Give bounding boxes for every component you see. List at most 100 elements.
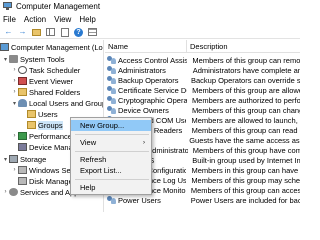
group-description: Members of this group may sched — [191, 175, 300, 185]
chevron-right-icon[interactable]: › — [11, 78, 18, 84]
disk-icon — [18, 177, 27, 185]
list-view-icon[interactable] — [87, 27, 98, 37]
group-description: Members of this group can remot — [192, 55, 300, 65]
menu-view[interactable]: View — [54, 15, 71, 24]
tree-item-shared-folders[interactable]: › Shared Folders — [11, 87, 81, 97]
group-description: Members in this group can have s — [191, 165, 300, 175]
group-description: Members of this group are allowe — [192, 85, 300, 95]
column-header-name[interactable]: Name — [105, 40, 187, 52]
group-name: Certificate Service DC... — [118, 85, 187, 95]
menu-item-label: Help — [80, 183, 96, 192]
group-description: Members of this group can access — [190, 185, 300, 195]
help-icon[interactable]: ? — [73, 27, 84, 37]
services-icon — [9, 188, 18, 196]
folder-icon — [27, 121, 36, 129]
group-name: Access Control Assist... — [118, 55, 188, 65]
chevron-down-icon[interactable]: ▾ — [2, 56, 9, 63]
event-viewer-icon — [18, 77, 27, 85]
menu-item-label: View — [80, 138, 97, 147]
group-icon — [107, 196, 116, 204]
folder-icon — [18, 88, 27, 96]
group-icon — [107, 66, 116, 74]
menu-separator — [75, 134, 149, 135]
group-icon — [107, 86, 116, 94]
tree-item-label: System Tools — [20, 54, 65, 64]
tree-item-task-scheduler[interactable]: › Task Scheduler — [11, 65, 81, 75]
group-icon — [107, 106, 116, 114]
chevron-right-icon[interactable]: › — [11, 89, 18, 95]
group-description: Members of this group can chang — [191, 105, 300, 115]
menu-action[interactable]: Action — [24, 15, 46, 24]
menu-item-label: New Group... — [80, 121, 125, 130]
tree-item-label: Local Users and Groups — [29, 98, 104, 108]
menu-item-view[interactable]: View › — [71, 137, 151, 148]
chevron-down-icon[interactable]: ▾ — [2, 156, 9, 163]
tree-item-users[interactable]: Users — [20, 109, 58, 119]
properties-icon[interactable] — [59, 27, 70, 37]
chevron-right-icon[interactable]: › — [11, 133, 18, 139]
list-item[interactable]: Power Users Power Users are included for… — [105, 195, 300, 205]
group-name: Backup Operators — [118, 75, 179, 85]
menu-item-new-group[interactable]: New Group... — [71, 120, 151, 131]
chevron-down-icon[interactable]: ▾ — [11, 100, 18, 107]
menu-item-export-list[interactable]: Export List... — [71, 165, 151, 176]
menu-help[interactable]: Help — [79, 15, 95, 24]
tree-item-local-users-and-groups[interactable]: ▾ Local Users and Groups — [11, 98, 104, 108]
show-hide-tree-icon[interactable] — [45, 27, 56, 37]
title-bar: Computer Management — [0, 0, 300, 13]
chevron-right-icon[interactable]: › — [2, 189, 9, 195]
group-name: Device Owners — [118, 105, 169, 115]
clock-icon — [18, 66, 27, 74]
group-description: Guests have the same access as m — [189, 135, 300, 145]
window-title: Computer Management — [16, 2, 101, 11]
group-name: Administrators — [118, 65, 166, 75]
tree-item-label: Shared Folders — [29, 87, 81, 97]
tree-item-system-tools[interactable]: ▾ System Tools — [2, 54, 64, 64]
group-name: Power Users — [118, 195, 161, 205]
menu-item-label: Export List... — [80, 166, 122, 175]
tree-item-storage[interactable]: ▾ Storage — [2, 154, 46, 164]
performance-icon — [18, 132, 27, 140]
menu-separator — [75, 179, 149, 180]
list-item[interactable]: Backup Operators Backup Operators can ov… — [105, 75, 300, 85]
tree-item-label: Task Scheduler — [29, 65, 81, 75]
back-arrow-icon[interactable]: ← — [3, 27, 14, 37]
tree-item-event-viewer[interactable]: › Event Viewer — [11, 76, 74, 86]
forward-arrow-icon[interactable]: → — [17, 27, 28, 37]
up-folder-icon[interactable] — [31, 27, 42, 37]
group-name: Cryptographic Operat... — [118, 95, 187, 105]
list-item[interactable]: Certificate Service DC... Members of thi… — [105, 85, 300, 95]
group-icon — [107, 76, 116, 84]
tree-item-groups[interactable]: Groups — [20, 120, 63, 130]
list-item[interactable]: Administrators Administrators have compl… — [105, 65, 300, 75]
chevron-right-icon[interactable]: › — [11, 67, 18, 73]
group-icon — [107, 56, 116, 64]
storage-icon — [9, 155, 18, 163]
users-icon — [18, 99, 27, 107]
tree-item-label: Performance — [29, 131, 72, 141]
list-item[interactable]: Device Owners Members of this group can … — [105, 105, 300, 115]
context-menu: New Group... View › Refresh Export List.… — [70, 117, 152, 195]
tree-item-label: Event Viewer — [29, 76, 74, 86]
tree-item-computer-management[interactable]: Computer Management (Local — [0, 42, 104, 52]
chevron-right-icon: › — [143, 139, 145, 146]
computer-icon — [0, 43, 9, 51]
menu-item-help[interactable]: Help — [71, 182, 151, 193]
backup-icon — [18, 166, 27, 174]
column-header-description[interactable]: Description — [187, 42, 228, 51]
folder-icon — [27, 110, 36, 118]
tree-item-label: Groups — [38, 120, 63, 130]
list-item[interactable]: Access Control Assist... Members of this… — [105, 55, 300, 65]
column-header: Name Description — [105, 40, 300, 53]
group-description: Members are authorized to perfor — [191, 95, 300, 105]
device-manager-icon — [18, 143, 27, 151]
list-item[interactable]: Cryptographic Operat... Members are auth… — [105, 95, 300, 105]
tree-item-performance[interactable]: › Performance — [11, 131, 72, 141]
menu-file[interactable]: File — [3, 15, 16, 24]
group-description: Backup Operators can override se — [191, 75, 300, 85]
group-description: Members of this group have com — [192, 145, 300, 155]
tree-item-label: Computer Management (Local — [11, 42, 104, 52]
chevron-right-icon[interactable]: › — [11, 167, 18, 173]
group-description: Administrators have complete an — [192, 65, 300, 75]
menu-item-refresh[interactable]: Refresh — [71, 154, 151, 165]
